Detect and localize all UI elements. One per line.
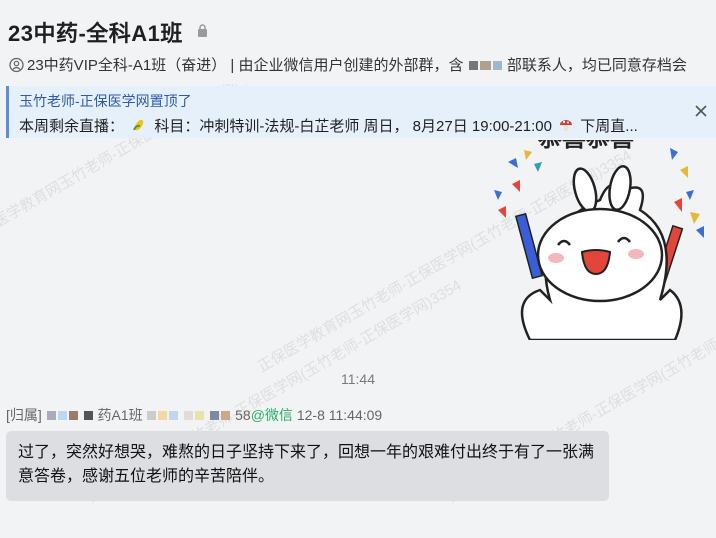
- group-description: | 由企业微信用户创建的外部群，含: [230, 57, 464, 74]
- redacted-block: [46, 411, 56, 420]
- group-description-cont: 部联系人，均已同意存档会: [506, 57, 687, 74]
- redacted-block: [169, 411, 179, 420]
- redacted-block: [479, 61, 491, 70]
- time-separator: 11:44: [341, 371, 375, 387]
- pinned-by-label: 玉竹老师-正保医学网置顶了: [19, 93, 192, 109]
- group-info-line[interactable]: 23中药VIP全科-A1班（奋进） | 由企业微信用户创建的外部群，含 部联系人…: [8, 54, 716, 75]
- redacted-block: [195, 411, 205, 420]
- chat-title: 23中药-全科A1班: [8, 21, 183, 46]
- redacted-block: [210, 411, 220, 420]
- sender-prefix: [归属]: [6, 407, 42, 423]
- group-name: 23中药VIP全科-A1班（奋进）: [27, 57, 227, 74]
- corn-emoji-icon: [133, 119, 144, 131]
- redacted-block: [184, 411, 194, 420]
- mushroom-emoji-icon: [560, 120, 573, 131]
- pinned-schedule: 科目：冲刺特训-法规-白芷老师 周日， 8月27日 19:00-21:00: [154, 118, 552, 135]
- pinned-content: 本周剩余直播： 科目：冲刺特训-法规-白芷老师 周日， 8月27日 19:00-…: [19, 115, 699, 136]
- pinned-prefix: 本周剩余直播：: [19, 118, 125, 135]
- redacted-block: [83, 411, 93, 420]
- celebration-sticker[interactable]: 恭喜恭喜: [490, 140, 716, 340]
- lock-icon: [198, 24, 207, 37]
- external-group-icon: [9, 57, 24, 73]
- close-icon[interactable]: [694, 104, 708, 118]
- message-sender-row: [归属] 药A1班 58@微信 12-8 11:44:09: [6, 405, 382, 425]
- redacted-block: [492, 61, 502, 70]
- sticker-caption: 恭喜恭喜: [537, 140, 634, 152]
- pinned-message-bar[interactable]: 玉竹老师-正保医学网置顶了 本周剩余直播： 科目：冲刺特训-法规-白芷老师 周日…: [6, 86, 716, 138]
- sender-name[interactable]: 药A1班: [97, 407, 142, 423]
- sender-number: 58: [235, 407, 251, 423]
- redacted-block: [147, 411, 157, 420]
- chat-header: 23中药-全科A1班 23中药VIP全科-A1班（奋进） | 由企业微信用户创建…: [0, 0, 716, 84]
- pinned-suffix: 下周直...: [580, 118, 638, 135]
- redacted-block: [158, 411, 168, 420]
- wechat-source-label: @微信: [250, 407, 293, 423]
- message-timestamp: 12-8 11:44:09: [296, 407, 383, 423]
- redacted-block: [68, 411, 78, 420]
- redacted-block: [57, 411, 67, 420]
- redacted-block: [468, 61, 478, 70]
- message-bubble[interactable]: 过了，突然好想哭，难熬的日子坚持下来了，回想一年的艰难付出终于有了一张满意答卷，…: [6, 431, 609, 501]
- redacted-block: [221, 411, 231, 420]
